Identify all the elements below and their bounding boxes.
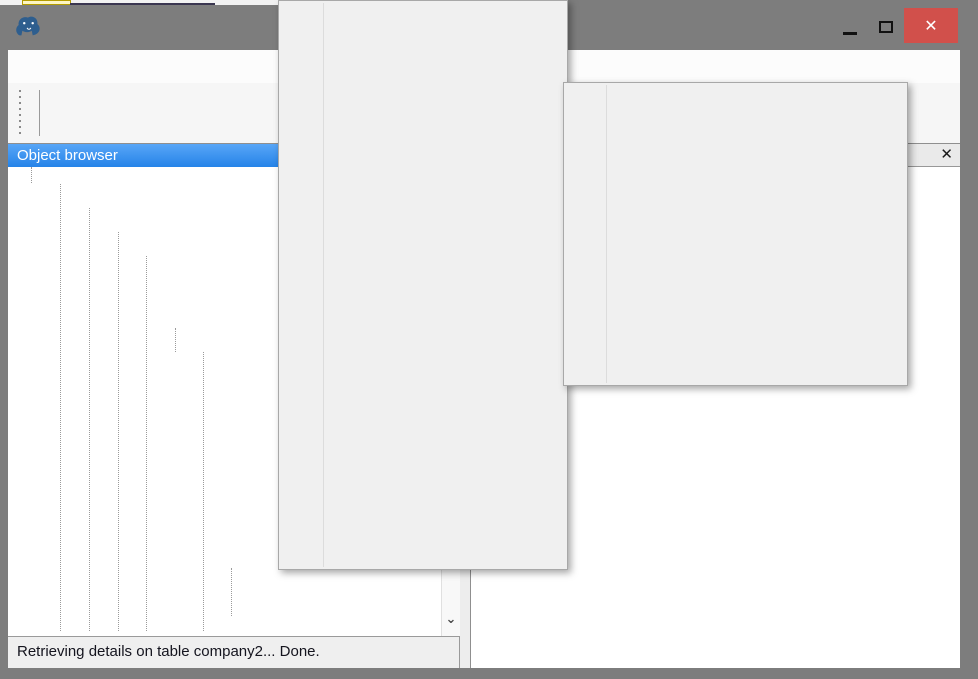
tree-guide-line [203, 352, 204, 631]
toolbar-separator [39, 90, 40, 136]
maximize-button[interactable] [868, 8, 904, 43]
maximize-icon [879, 21, 893, 33]
tree-guide-line [118, 232, 119, 631]
close-button[interactable]: ✕ [904, 8, 958, 43]
window-controls: ✕ [832, 8, 958, 43]
minimize-button[interactable] [832, 8, 868, 43]
new-object-submenu [563, 82, 908, 386]
tree-guide-line [231, 568, 232, 616]
pgadmin-elephant-icon [13, 11, 43, 46]
tree-guide-line [146, 256, 147, 631]
tree-guide-line [60, 184, 61, 631]
close-pane-icon[interactable]: ✕ [940, 145, 953, 163]
table-context-menu [278, 0, 568, 570]
tree-guide-line [89, 208, 90, 631]
minimize-icon [843, 32, 857, 35]
status-bar: Retrieving details on table company2... … [8, 636, 460, 668]
scroll-down-icon: ⌄ [446, 611, 457, 627]
toolbar-grip-handle[interactable] [17, 90, 23, 136]
scrollbar-down-button[interactable]: ⌄ [442, 608, 460, 630]
close-icon: ✕ [924, 16, 937, 36]
tree-guide-line [31, 167, 32, 183]
tree-guide-line [175, 328, 176, 352]
